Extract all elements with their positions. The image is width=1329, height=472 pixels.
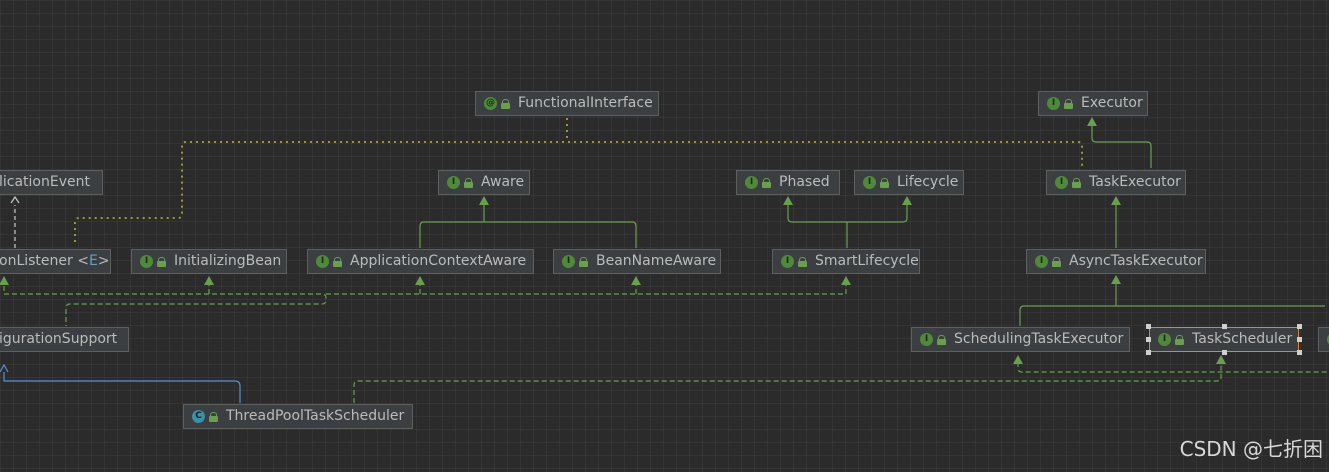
interface-kind-icon: I [1055, 176, 1068, 189]
selection-handle[interactable] [1146, 324, 1151, 329]
node-label: ThreadPoolTaskScheduler [226, 408, 405, 424]
selection-handle[interactable] [1146, 337, 1151, 342]
annotation-kind-icon: @ [484, 97, 497, 110]
public-visibility-icon [209, 411, 218, 422]
implements-arrow-icon [1216, 355, 1226, 364]
uml-node-thread-pool-task-scheduler[interactable]: C ThreadPoolTaskScheduler [183, 404, 413, 429]
class-extends-edge [3, 372, 241, 403]
uml-node-bean-name-aware[interactable]: I BeanNameAware [553, 249, 721, 274]
interface-kind-icon: I [1035, 255, 1048, 268]
public-visibility-icon [762, 177, 771, 188]
public-visibility-icon [333, 256, 342, 267]
node-label: AsyncTaskExecutor [1069, 253, 1203, 269]
uml-node-lifecycle[interactable]: I Lifecycle [854, 170, 964, 195]
implements-arrow-icon [1013, 355, 1023, 364]
uml-node-application-listener[interactable]: onListener < E > [0, 249, 111, 274]
interface-kind-icon: I [745, 176, 758, 189]
extends-arrow-icon [783, 196, 793, 205]
extends-edge [419, 205, 637, 248]
public-visibility-icon [1064, 98, 1073, 109]
interface-kind-icon: I [140, 255, 153, 268]
implements-arrow-icon [415, 276, 425, 285]
interface-kind-icon: I [316, 255, 329, 268]
selection-handle[interactable] [1297, 324, 1302, 329]
interface-kind-icon: I [781, 255, 794, 268]
extends-arrow-icon [479, 196, 489, 205]
uml-node-task-scheduler[interactable]: I TaskScheduler [1149, 327, 1299, 352]
node-label: TaskScheduler [1192, 331, 1293, 347]
relationship-lines [0, 117, 1329, 403]
interface-kind-icon: I [562, 255, 575, 268]
interface-kind-icon: I [920, 333, 933, 346]
uml-node-aware[interactable]: I Aware [438, 170, 530, 195]
selection-handle[interactable] [1297, 350, 1302, 355]
selection-handle[interactable] [1146, 350, 1151, 355]
implements-arrow-icon [631, 276, 641, 285]
public-visibility-icon [1175, 334, 1184, 345]
node-label: TaskExecutor [1089, 174, 1181, 190]
uml-diagram-canvas[interactable]: @ FunctionalInterface I Executor licationEve… [0, 0, 1329, 472]
node-label: FunctionalInterface [518, 95, 653, 111]
watermark: CSDN @七折困 [1179, 437, 1323, 461]
extends-arrow-icon [1111, 196, 1121, 205]
extends-arrow-icon [902, 196, 912, 205]
uml-node-phased[interactable]: I Phased [736, 170, 840, 195]
uml-node-async-task-executor[interactable]: I AsyncTaskExecutor [1026, 249, 1206, 274]
class-extends-arrow-icon [0, 363, 9, 373]
type-parameter: E [88, 253, 98, 269]
uml-node-smart-lifecycle[interactable]: I SmartLifecycle [772, 249, 920, 274]
node-label: Lifecycle [897, 174, 959, 190]
selection-handle[interactable] [1222, 350, 1227, 355]
node-label: ApplicationContextAware [350, 253, 527, 269]
implements-edge [3, 278, 847, 326]
node-label: SchedulingTaskExecutor [954, 331, 1124, 347]
public-visibility-icon [157, 256, 166, 267]
type-parameter-close: > [97, 253, 110, 269]
uml-node-partial-right[interactable]: I [1318, 327, 1329, 352]
implements-arrow-icon [0, 276, 9, 285]
node-label: Phased [779, 174, 830, 190]
node-label: InitializingBean [174, 253, 282, 269]
node-label: licationEvent [0, 174, 90, 190]
public-visibility-icon [579, 256, 588, 267]
uml-node-configuration-support[interactable]: igurationSupport [0, 327, 129, 352]
interface-kind-icon: I [1158, 333, 1171, 346]
interface-kind-icon: I [1047, 97, 1060, 110]
implements-arrow-icon [841, 276, 851, 285]
node-label: onListener < [0, 253, 89, 269]
interface-kind-icon: I [863, 176, 876, 189]
uml-node-initializing-bean[interactable]: I InitializingBean [131, 249, 287, 274]
dependency-arrow-icon [10, 195, 20, 204]
extends-edge [787, 205, 908, 248]
interface-kind-icon: I [447, 176, 460, 189]
uml-node-scheduling-task-executor[interactable]: I SchedulingTaskExecutor [911, 327, 1130, 352]
public-visibility-icon [464, 177, 473, 188]
node-label: SmartLifecycle [815, 253, 919, 269]
public-visibility-icon [1072, 177, 1081, 188]
implements-edge [353, 362, 1329, 403]
uml-node-application-event[interactable]: licationEvent [0, 170, 103, 195]
implements-arrow-icon [204, 276, 214, 285]
class-kind-icon: C [192, 410, 205, 423]
public-visibility-icon [880, 177, 889, 188]
extends-arrow-icon [1111, 275, 1121, 284]
selection-handle[interactable] [1222, 324, 1227, 329]
extends-edge [1091, 126, 1152, 168]
extends-edge [1019, 284, 1325, 326]
public-visibility-icon [937, 334, 946, 345]
node-label: BeanNameAware [596, 253, 717, 269]
uml-node-application-context-aware[interactable]: I ApplicationContextAware [307, 249, 534, 274]
node-label: Executor [1081, 95, 1143, 111]
selection-handle[interactable] [1297, 337, 1302, 342]
public-visibility-icon [798, 256, 807, 267]
uml-node-executor[interactable]: I Executor [1038, 91, 1148, 116]
uml-node-task-executor[interactable]: I TaskExecutor [1046, 170, 1186, 195]
uml-node-functional-interface[interactable]: @ FunctionalInterface [475, 91, 659, 116]
public-visibility-icon [501, 98, 510, 109]
public-visibility-icon [1052, 256, 1061, 267]
node-label: Aware [481, 174, 525, 190]
node-label: igurationSupport [0, 331, 118, 347]
extends-arrow-icon [1087, 117, 1097, 126]
